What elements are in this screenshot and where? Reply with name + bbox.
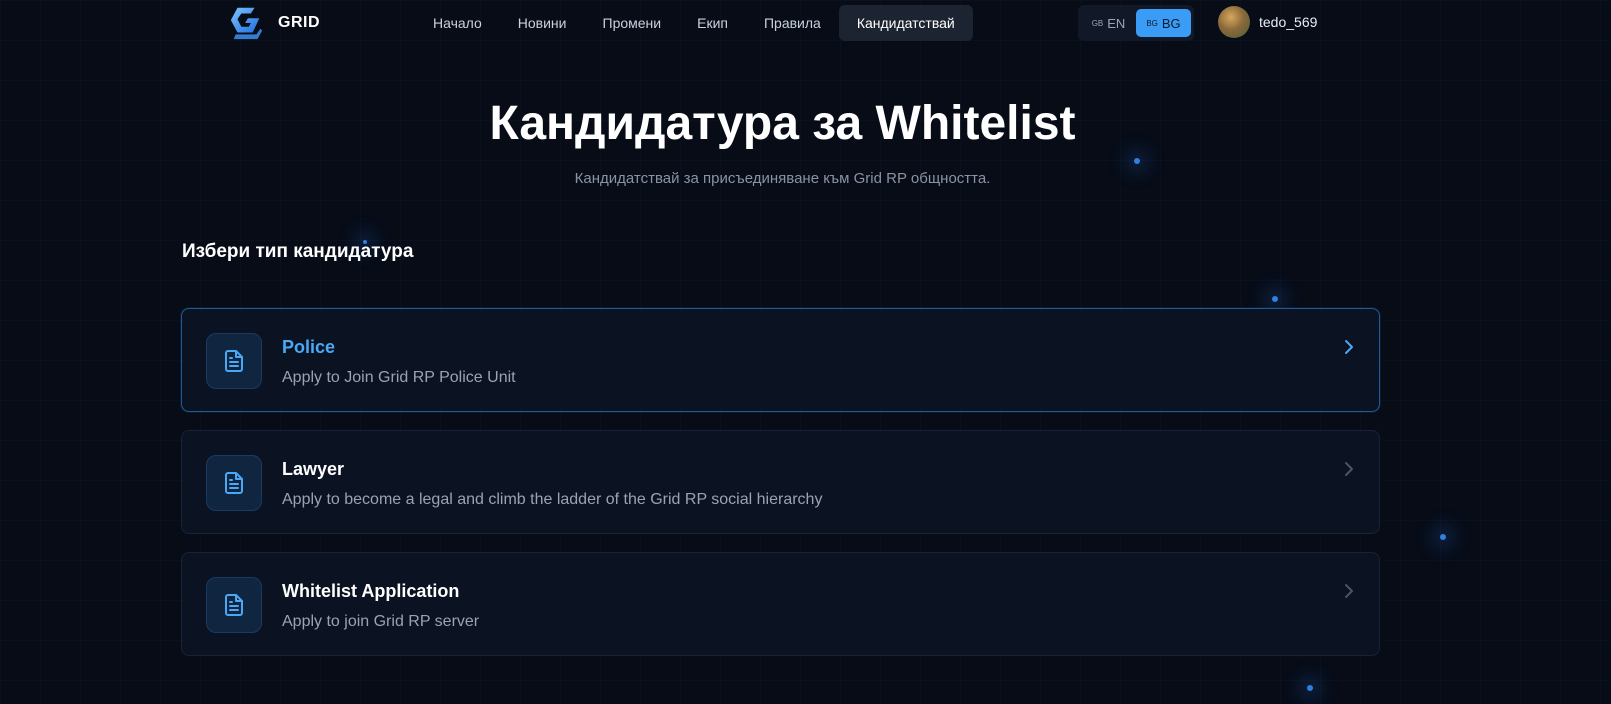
- card-title: Whitelist Application: [282, 581, 460, 601]
- avatar: [1218, 6, 1250, 38]
- chevron-right-icon: [1345, 584, 1353, 598]
- application-card-lawyer[interactable]: Lawyer Apply to become a legal and climb…: [181, 430, 1380, 534]
- grid-logo-icon: [230, 7, 263, 40]
- top-navbar: GRID Начало Новини Промени Екип Правила …: [0, 0, 1611, 44]
- application-card-whitelist[interactable]: Whitelist Application Apply to join Grid…: [181, 552, 1380, 656]
- lang-button-bg[interactable]: BG BG: [1136, 9, 1191, 37]
- decorative-glow-dot: [1440, 534, 1446, 540]
- card-description: Apply to become a legal and climb the la…: [282, 491, 823, 508]
- brand-logo[interactable]: GRID: [228, 4, 320, 42]
- card-icon-container: [206, 577, 262, 633]
- document-icon: [225, 594, 243, 616]
- user-menu[interactable]: tedo_569: [1218, 6, 1317, 38]
- brand-name: GRID: [278, 14, 320, 31]
- card-description: Apply to Join Grid RP Police Unit: [282, 369, 516, 386]
- lang-button-en[interactable]: GB EN: [1081, 9, 1136, 37]
- page-subtitle: Кандидатствай за присъединяване към Grid…: [574, 170, 991, 187]
- document-icon: [225, 350, 243, 372]
- card-title: Police: [282, 337, 336, 357]
- language-switcher: GB EN BG BG: [1078, 5, 1194, 41]
- lang-label: BG: [1161, 15, 1181, 31]
- flag-gb-icon: GB: [1091, 18, 1104, 28]
- page-title: Кандидатура за Whitelist: [489, 97, 1076, 150]
- decorative-glow-dot: [1272, 296, 1278, 302]
- card-icon-container: [206, 333, 262, 389]
- application-card-police[interactable]: Police Apply to Join Grid RP Police Unit: [181, 308, 1380, 412]
- nav-item-home[interactable]: Начало: [415, 5, 500, 41]
- decorative-glow-dot: [1307, 685, 1313, 691]
- main-nav: Начало Новини Промени Екип Правила Канди…: [415, 5, 973, 41]
- username: tedo_569: [1259, 14, 1318, 30]
- nav-item-news[interactable]: Новини: [500, 5, 585, 41]
- document-icon: [225, 472, 243, 494]
- section-title: Избери тип кандидатура: [182, 241, 414, 262]
- flag-bg-icon: BG: [1146, 18, 1158, 28]
- chevron-right-icon: [1345, 340, 1353, 354]
- chevron-right-icon: [1345, 462, 1353, 476]
- lang-label: EN: [1107, 15, 1126, 31]
- decorative-glow-dot: [1134, 158, 1140, 164]
- card-icon-container: [206, 455, 262, 511]
- card-description: Apply to join Grid RP server: [282, 613, 480, 630]
- nav-item-apply[interactable]: Кандидатствай: [838, 5, 973, 41]
- nav-item-changes[interactable]: Промени: [585, 5, 680, 41]
- nav-item-rules[interactable]: Правила: [746, 5, 839, 41]
- nav-item-team[interactable]: Екип: [679, 5, 746, 41]
- card-title: Lawyer: [282, 459, 345, 479]
